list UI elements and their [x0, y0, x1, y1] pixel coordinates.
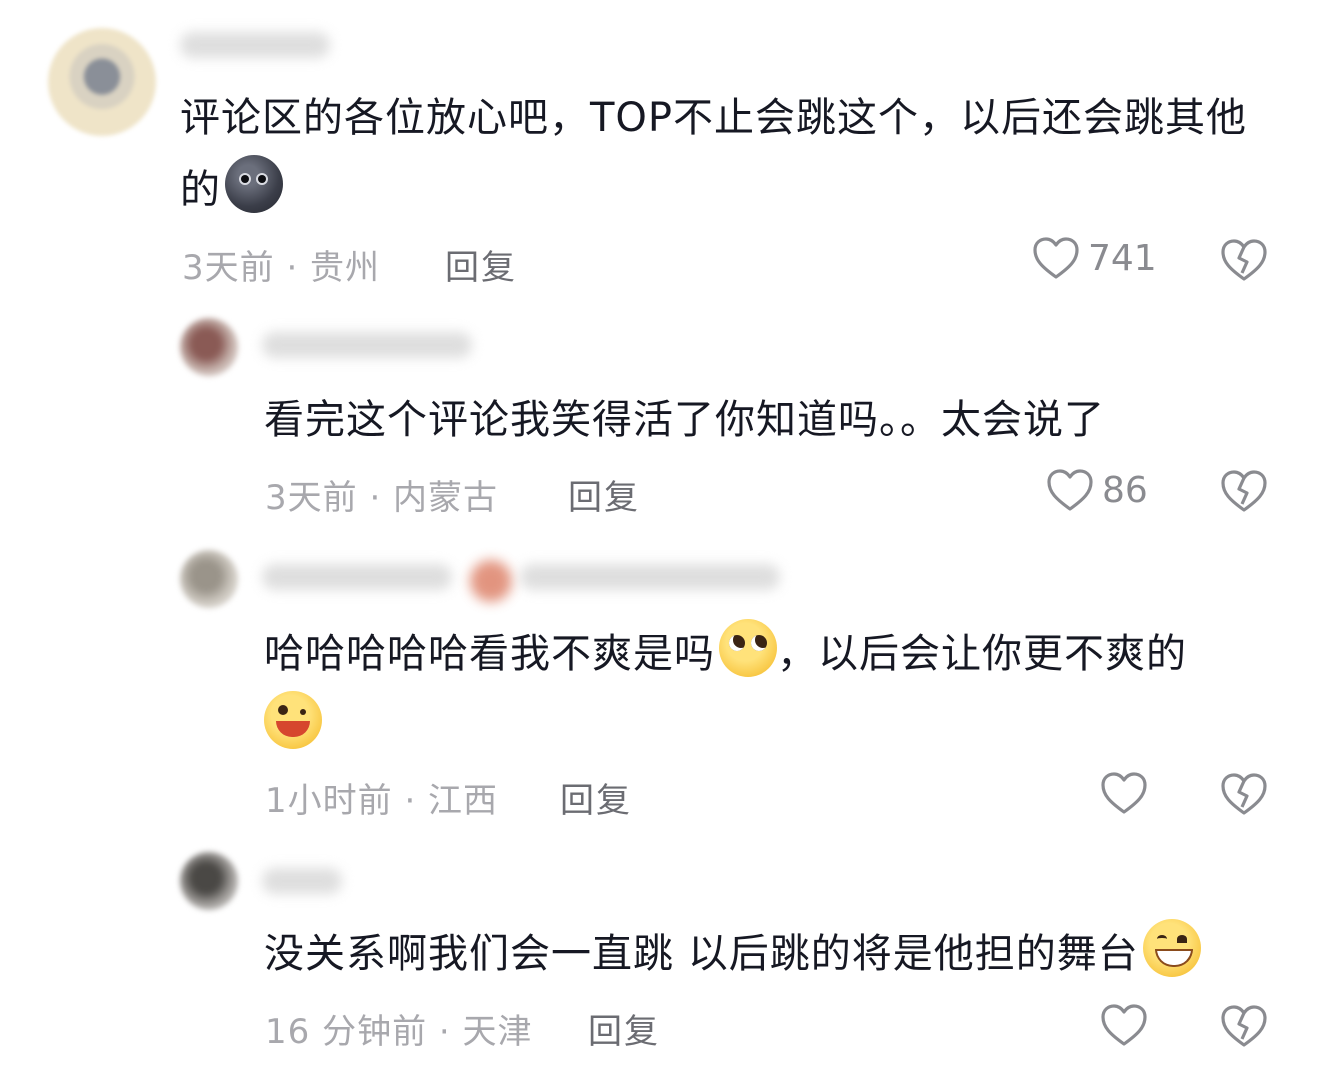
- reply-button[interactable]: 回复: [588, 1004, 660, 1053]
- dislike-button[interactable]: [1220, 469, 1268, 513]
- dislike-button[interactable]: [1220, 772, 1268, 816]
- like-button[interactable]: 86: [1046, 468, 1148, 512]
- reply-to-avatar: [470, 560, 512, 602]
- like-button[interactable]: 741: [1032, 236, 1157, 280]
- comment-meta: 3天前 · 贵州: [182, 248, 381, 288]
- pleading-face-icon: [719, 619, 777, 677]
- heart-icon: [1101, 772, 1147, 814]
- reply-button[interactable]: 回复: [445, 240, 517, 289]
- comment-text-content: 评论区的各位放心吧，TOP不止会跳这个，以后还会跳其他的: [180, 95, 1248, 213]
- comment-meta: 16 分钟前 · 天津: [265, 1012, 533, 1052]
- grinning-face-icon: [1142, 919, 1201, 977]
- new-moon-face-icon: [225, 155, 283, 213]
- reply-button[interactable]: 回复: [560, 773, 632, 822]
- avatar[interactable]: [180, 550, 238, 608]
- dislike-button[interactable]: [1220, 238, 1268, 282]
- avatar[interactable]: [48, 28, 156, 136]
- winking-tongue-face-icon: [264, 691, 322, 749]
- heart-icon: [1101, 1004, 1147, 1046]
- comment-text: 评论区的各位放心吧，TOP不止会跳这个，以后还会跳其他的: [180, 82, 1260, 226]
- comment-meta: 3天前 · 内蒙古: [265, 478, 499, 518]
- avatar[interactable]: [180, 318, 238, 376]
- username-blurred[interactable]: [262, 564, 452, 590]
- heart-icon: [1033, 237, 1079, 279]
- comment-meta: 1小时前 · 江西: [265, 781, 499, 821]
- avatar[interactable]: [180, 852, 238, 910]
- like-button[interactable]: [1100, 1003, 1148, 1047]
- like-button[interactable]: [1100, 771, 1148, 815]
- comment-text: 哈哈哈哈哈看我不爽是吗 ，以后会让你更不爽的: [264, 618, 1274, 762]
- comment-text-part: 哈哈哈哈哈看我不爽是吗: [264, 631, 715, 677]
- reply-to-username-blurred[interactable]: [520, 564, 780, 590]
- like-count: 86: [1102, 469, 1148, 511]
- like-count: 741: [1088, 237, 1157, 279]
- dislike-button[interactable]: [1220, 1004, 1268, 1048]
- reply-button[interactable]: 回复: [568, 470, 640, 519]
- comment-text-part: ，以后会让你更不爽的: [777, 631, 1187, 677]
- comment-text: 没关系啊我们会一直跳 以后跳的将是他担的舞台: [264, 918, 1274, 990]
- broken-heart-icon: [1221, 773, 1267, 815]
- username-blurred[interactable]: [262, 868, 342, 894]
- broken-heart-icon: [1221, 239, 1267, 281]
- comment-text: 看完这个评论我笑得活了你知道吗。。太会说了: [264, 397, 1105, 443]
- username-blurred[interactable]: [262, 332, 472, 358]
- comment-text-content: 没关系啊我们会一直跳 以后跳的将是他担的舞台: [264, 931, 1139, 977]
- heart-icon: [1047, 469, 1093, 511]
- broken-heart-icon: [1221, 1005, 1267, 1047]
- username-blurred[interactable]: [180, 32, 330, 58]
- broken-heart-icon: [1221, 470, 1267, 512]
